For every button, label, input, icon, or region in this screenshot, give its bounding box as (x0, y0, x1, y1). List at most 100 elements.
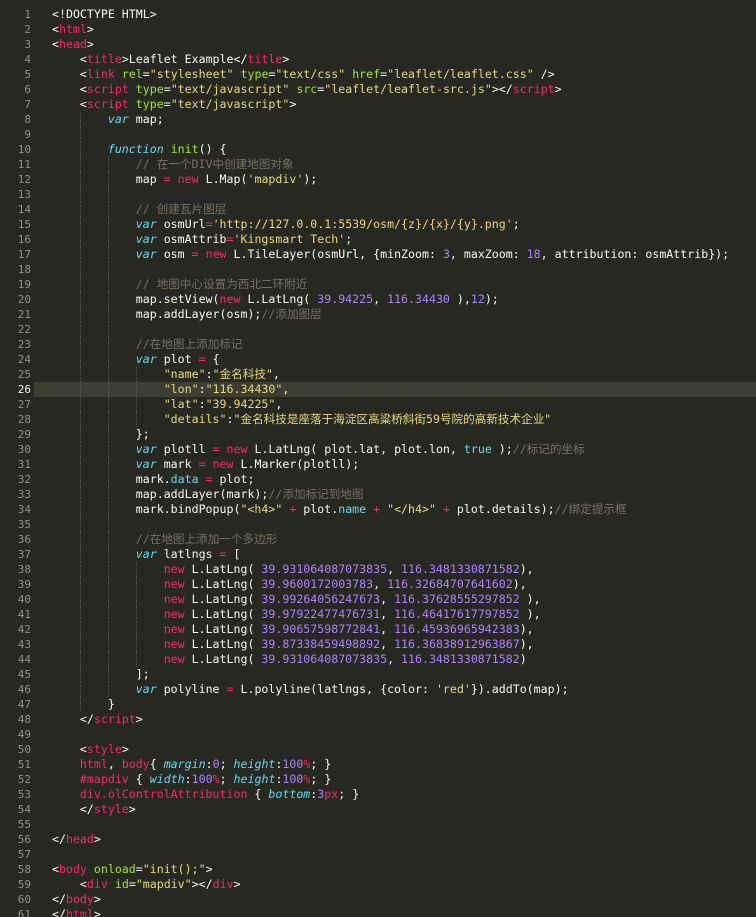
code-token: : (198, 382, 206, 396)
code-line[interactable]: map.addLayer(osm);//添加图层 (52, 307, 322, 322)
code-line[interactable]: <head> (52, 37, 94, 52)
code-line[interactable]: <div id="mapdiv"></div> (52, 877, 241, 892)
line-number: 14 (17, 203, 31, 216)
line-number: 23 (17, 338, 31, 351)
code-line[interactable]: <link rel="stylesheet" type="text/css" h… (52, 67, 555, 82)
line-number: 54 (17, 803, 31, 816)
code-line[interactable]: new L.LatLng( 39.97922477476731, 116.464… (52, 607, 541, 622)
code-line[interactable]: "details":"金名科技是座落于海淀区高粱桥斜街59号院的高新技术企业" (52, 412, 552, 427)
line-number: 55 (17, 818, 31, 831)
code-token: //添加图层 (261, 307, 322, 321)
code-line[interactable]: var plotll = new L.LatLng( plot.lat, plo… (52, 442, 585, 457)
code-token: = (219, 547, 227, 561)
code-token: < (52, 862, 59, 876)
code-token: "leaflet/leaflet.css" (387, 67, 534, 81)
code-token: var (135, 352, 157, 366)
code-line[interactable]: // 地图中心设置为西北二环附近 (52, 277, 308, 292)
code-line[interactable]: }; (52, 427, 150, 442)
code-token: true (463, 442, 492, 456)
code-line[interactable]: var osm = new L.TileLayer(osmUrl, {minZo… (52, 247, 729, 262)
code-token: { (149, 757, 164, 771)
code-token: "lat" (163, 397, 199, 411)
line-number: 20 (17, 293, 31, 306)
code-line[interactable]: <html> (52, 22, 94, 37)
code-line[interactable]: ]; (52, 667, 150, 682)
code-line[interactable]: mark.data = plot; (52, 472, 255, 487)
code-line[interactable]: map.setView(new L.LatLng( 39.94225, 116.… (52, 292, 499, 307)
code-line[interactable]: mark.bindPopup("<h4>" + plot.name + "</h… (52, 502, 627, 517)
code-editor[interactable]: 1 2 3 4 5 6 7 8 9 10 11 12 13 14 15 16 17 18 19 20 21 22 23 24 2… (0, 0, 756, 917)
code-token: L.LatLng( (184, 562, 262, 576)
code-line[interactable]: new L.LatLng( 39.9600172003783, 116.3268… (52, 577, 527, 592)
line-number: 7 (24, 98, 31, 111)
code-token: 39.94225 (317, 292, 374, 306)
code-token: ), (519, 562, 534, 576)
code-token: L.Map( (198, 172, 248, 186)
code-token: latlngs (156, 547, 220, 561)
code-token: , (380, 637, 395, 651)
code-token: div (212, 877, 234, 891)
code-token: ) (519, 652, 527, 666)
code-line[interactable]: var map; (52, 112, 164, 127)
code-line[interactable]: </script> (52, 712, 143, 727)
code-line[interactable]: } (52, 697, 115, 712)
code-token: 39.97922477476731 (261, 607, 381, 621)
code-token: "39.94225" (205, 397, 276, 411)
code-line[interactable]: new L.LatLng( 39.931064087073835, 116.34… (52, 562, 534, 577)
code-line[interactable]: var plot = { (52, 352, 220, 367)
line-number: 29 (17, 428, 31, 441)
code-line[interactable]: // 在一个DIV中创建地图对象 (52, 157, 294, 172)
line-number: 42 (17, 623, 31, 636)
code-line[interactable]: <body onload="init();"> (52, 862, 213, 877)
code-line[interactable]: map.addLayer(mark);//添加标记到地图 (52, 487, 364, 502)
code-line[interactable]: "name":"金名科技", (52, 367, 280, 382)
code-line[interactable]: //在地图上添加标记 (52, 337, 243, 352)
code-line[interactable]: html, body{ margin:0; height:100%; } (52, 757, 331, 772)
code-token: polyline (156, 682, 227, 696)
code-line[interactable]: </body> (52, 892, 101, 907)
code-line[interactable]: "lon":"116.34430", (52, 382, 290, 397)
code-line[interactable]: var mark = new L.Marker(plotll); (52, 457, 359, 472)
code-line[interactable]: map = new L.Map('mapdiv'); (52, 172, 318, 187)
code-token: + (442, 502, 450, 516)
code-token: ></ (191, 877, 213, 891)
code-line[interactable]: // 创建瓦片图层 (52, 202, 227, 217)
code-line[interactable]: var osmUrl='http://127.0.0.1:5539/osm/{z… (52, 217, 520, 232)
line-number: 57 (17, 848, 31, 861)
code-token: "name" (163, 367, 206, 381)
code-token: 39.9600172003783 (261, 577, 374, 591)
code-line[interactable]: function init() { (52, 142, 227, 157)
code-line[interactable]: <title>Leaflet Example</title> (52, 52, 289, 67)
code-line[interactable]: //在地图上添加一个多边形 (52, 532, 278, 547)
code-token: { (128, 772, 150, 786)
code-line[interactable]: <script type="text/javascript"> (52, 97, 296, 112)
code-line[interactable]: <!DOCTYPE HTML> (52, 7, 157, 22)
code-line[interactable]: new L.LatLng( 39.90657598772841, 116.459… (52, 622, 534, 637)
code-token: ), (519, 592, 541, 606)
code-token: < (52, 742, 87, 756)
code-token: = (212, 442, 220, 456)
code-token: : (198, 397, 206, 411)
code-line[interactable]: var polyline = L.polyline(latlngs, {colo… (52, 682, 569, 697)
code-line[interactable]: new L.LatLng( 39.931064087073835, 116.34… (52, 652, 527, 667)
code-line[interactable]: #mapdiv { width:100%; height:100%; } (52, 772, 331, 787)
code-token: : (205, 757, 213, 771)
code-line[interactable]: <script type="text/javascript" src="leaf… (52, 82, 562, 97)
code-line[interactable]: </style> (52, 802, 136, 817)
code-line[interactable]: </html> (52, 907, 101, 917)
code-line[interactable]: <style> (52, 742, 129, 757)
code-line[interactable]: new L.LatLng( 39.99264056247673, 116.376… (52, 592, 541, 607)
code-token: plot (156, 352, 199, 366)
code-line[interactable]: "lat":"39.94225", (52, 397, 283, 412)
code-line[interactable]: div.olControlAttribution { bottom:3px; } (52, 787, 359, 802)
code-token: new (205, 247, 227, 261)
code-line[interactable]: new L.LatLng( 39.87338459498892, 116.368… (52, 637, 534, 652)
code-line[interactable]: var latlngs = [ (52, 547, 241, 562)
code-line[interactable]: var osmAttrib='Kingsmart Tech'; (52, 232, 352, 247)
code-token: 18 (526, 247, 541, 261)
line-number: 13 (17, 188, 31, 201)
code-line[interactable]: </head> (52, 832, 101, 847)
